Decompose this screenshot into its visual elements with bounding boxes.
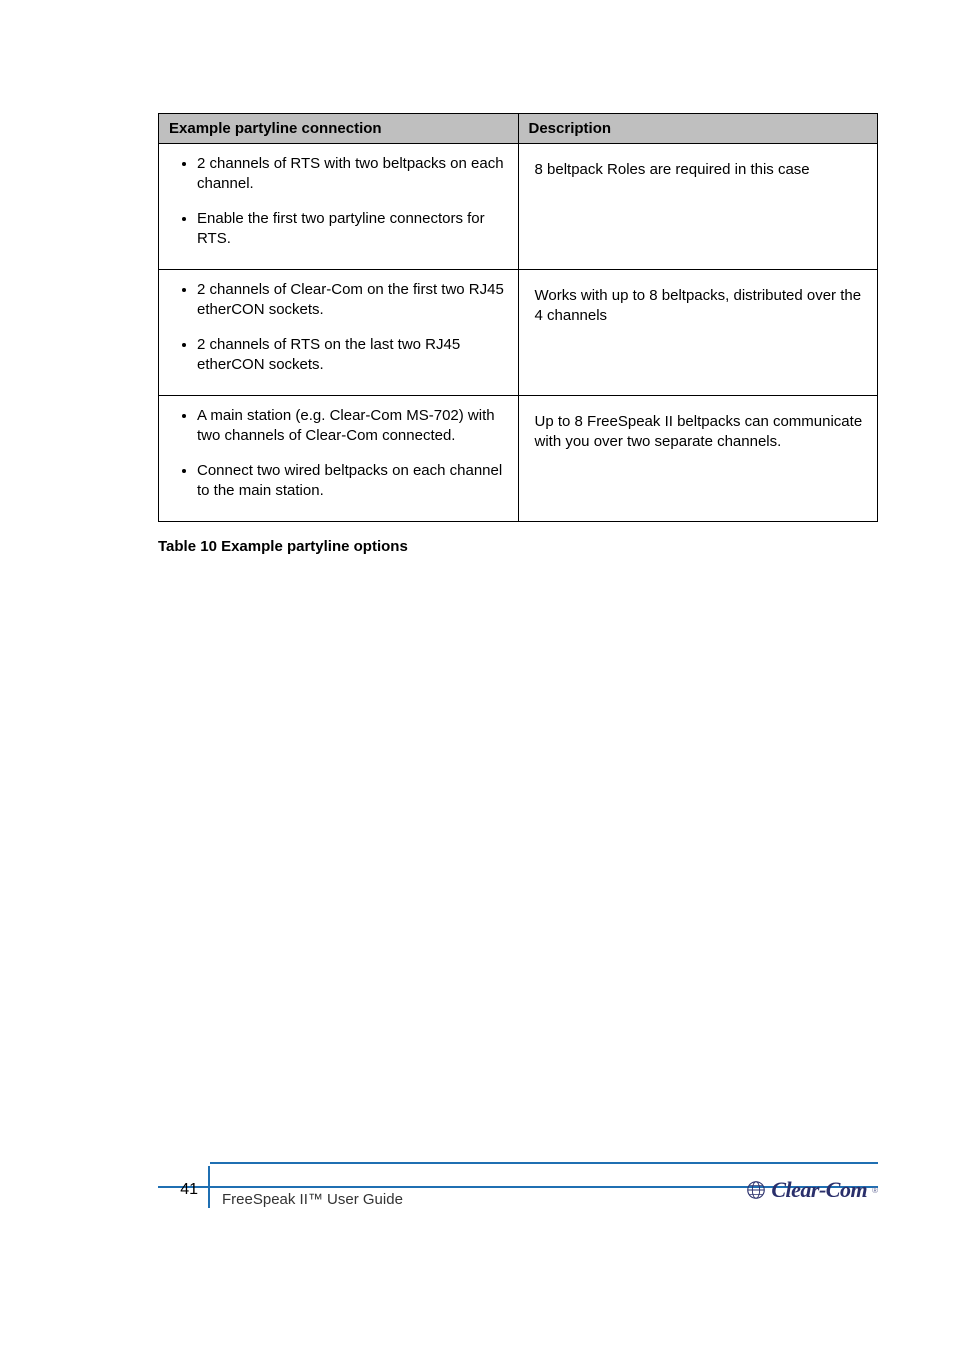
partyline-options-table: Example partyline connection Description…	[158, 113, 878, 522]
table-header-description: Description	[518, 114, 878, 144]
table-row: 2 channels of Clear-Com on the first two…	[159, 270, 878, 396]
cell-text: 8 beltpack Roles are required in this ca…	[529, 150, 868, 180]
cell-text: Up to 8 FreeSpeak II beltpacks can commu…	[529, 402, 868, 453]
list-item: 2 channels of Clear-Com on the first two…	[197, 280, 508, 321]
cell-list: 2 channels of RTS with two beltpacks on …	[169, 154, 508, 249]
cell-list: A main station (e.g. Clear-Com MS-702) w…	[169, 406, 508, 501]
registered-mark: ®	[872, 1186, 878, 1195]
list-item: 2 channels of RTS with two beltpacks on …	[197, 154, 508, 195]
footer-rule-under	[210, 1162, 878, 1164]
globe-icon	[745, 1179, 767, 1201]
cell-text: Works with up to 8 beltpacks, distribute…	[529, 276, 868, 327]
list-item: Enable the first two partyline connector…	[197, 209, 508, 250]
list-item: Connect two wired beltpacks on each chan…	[197, 461, 508, 502]
page-number: 41	[158, 1181, 208, 1199]
table-row: A main station (e.g. Clear-Com MS-702) w…	[159, 396, 878, 522]
page-footer: 41 FreeSpeak II™ User Guide Clear-Com®	[158, 1186, 878, 1208]
table-caption: Table 10 Example partyline options	[158, 538, 878, 555]
table-row: 2 channels of RTS with two beltpacks on …	[159, 144, 878, 270]
footer-guide-title: FreeSpeak II™ User Guide	[210, 1172, 728, 1208]
list-item: A main station (e.g. Clear-Com MS-702) w…	[197, 406, 508, 447]
table-header-connection: Example partyline connection	[159, 114, 519, 144]
brand-logo-text: Clear-Com	[771, 1177, 867, 1203]
brand-logo: Clear-Com ®	[728, 1177, 878, 1203]
list-item: 2 channels of RTS on the last two RJ45 e…	[197, 335, 508, 376]
cell-list: 2 channels of Clear-Com on the first two…	[169, 280, 508, 375]
